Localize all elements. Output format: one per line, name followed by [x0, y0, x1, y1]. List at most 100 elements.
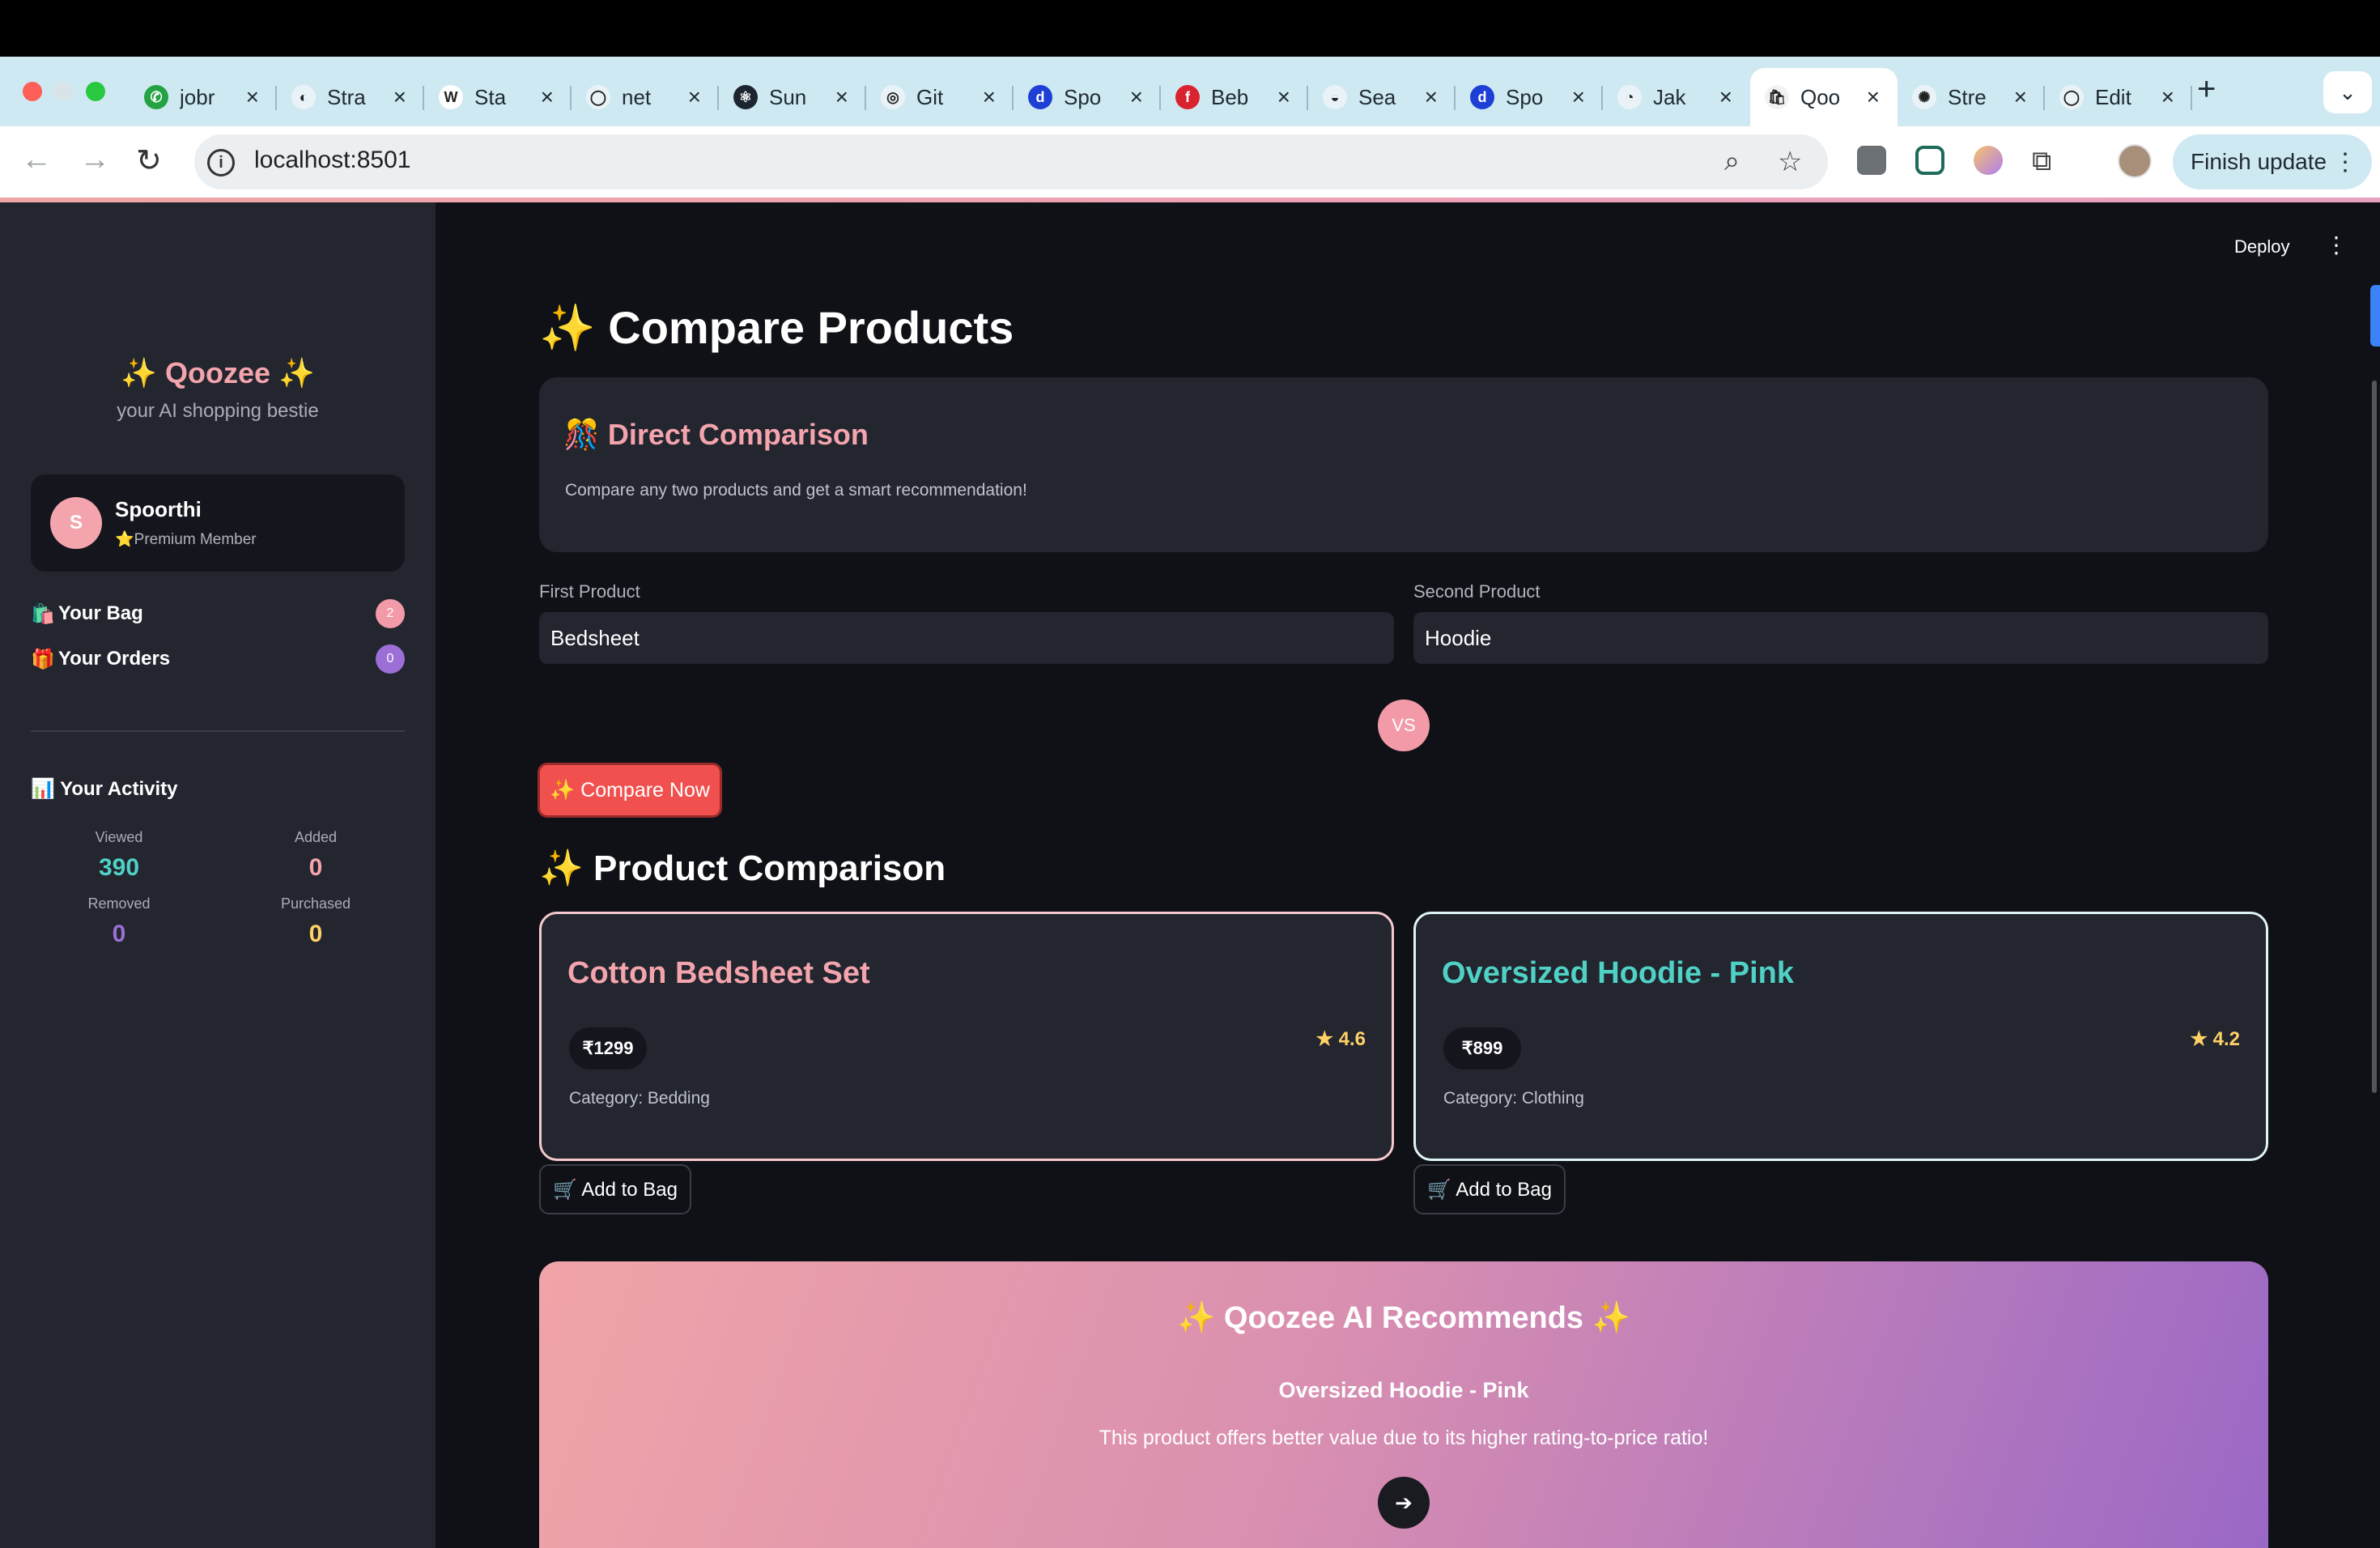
- new-tab-button[interactable]: +: [2197, 71, 2216, 108]
- activity-title: 📊 Your Activity: [31, 778, 178, 800]
- chevron-down-icon: ⌄: [2339, 79, 2357, 104]
- add-to-bag-button-second[interactable]: 🛒 Add to Bag: [1413, 1164, 1566, 1214]
- stat-label: Viewed: [95, 829, 143, 845]
- first-product-label: First Product: [539, 581, 640, 602]
- tab-title: Spo: [1506, 84, 1544, 109]
- close-tab-icon[interactable]: ×: [1572, 84, 1585, 110]
- app-menu-icon[interactable]: ⋮: [2325, 232, 2348, 258]
- profile-avatar[interactable]: [2118, 144, 2152, 178]
- add-to-bag-button-first[interactable]: 🛒 Add to Bag: [539, 1164, 691, 1214]
- recommendation-reason: This product offers better value due to …: [1099, 1427, 1709, 1449]
- brand-logo-text: ✨ Qoozee ✨: [121, 356, 315, 389]
- browser-tab[interactable]: 🛍 Qoo ×: [1750, 68, 1898, 126]
- maximize-window-button[interactable]: [86, 82, 105, 101]
- close-tab-icon[interactable]: ×: [246, 84, 259, 110]
- tab-title: jobr: [180, 84, 215, 109]
- browser-tab[interactable]: ✆ jobr ×: [130, 68, 277, 126]
- zoom-icon[interactable]: ⌕: [1724, 146, 1740, 177]
- direct-comparison-subtitle: Compare any two products and get a smart…: [565, 481, 1027, 500]
- second-product-input[interactable]: [1413, 612, 2268, 664]
- minimize-window-button[interactable]: [53, 82, 73, 101]
- close-tab-icon[interactable]: ×: [2014, 84, 2027, 110]
- tab-title: Edit: [2095, 84, 2131, 109]
- close-tab-icon[interactable]: ×: [1719, 84, 1732, 110]
- rating-value: 4.6: [1338, 1028, 1366, 1050]
- stat-label: Removed: [87, 895, 151, 912]
- site-info-icon[interactable]: i: [207, 149, 235, 176]
- tab-favicon-icon: d: [1470, 85, 1494, 109]
- address-bar[interactable]: [194, 134, 1828, 189]
- price-badge: ₹1299: [569, 1027, 647, 1070]
- close-tab-icon[interactable]: ×: [983, 84, 996, 110]
- browser-tab[interactable]: ✺ Stre ×: [1898, 68, 2045, 126]
- close-tab-icon[interactable]: ×: [835, 84, 848, 110]
- screen-capture-extension-icon[interactable]: [1915, 146, 1944, 175]
- assistant-extension-icon[interactable]: [1974, 146, 2003, 175]
- second-product-label: Second Product: [1413, 581, 1541, 602]
- vs-badge: VS: [1378, 700, 1430, 751]
- stat-label: Added: [294, 829, 338, 845]
- url-text[interactable]: localhost:8501: [254, 147, 410, 174]
- tab-title: Beb: [1211, 84, 1249, 109]
- extension-icon[interactable]: [1857, 146, 1886, 175]
- tab-title: Stre: [1948, 84, 1987, 109]
- sidebar-item-orders[interactable]: 🎁 Your Orders 0: [31, 643, 405, 675]
- page-title: ✨ Compare Products: [539, 302, 1014, 353]
- price-badge: ₹899: [1443, 1027, 1521, 1070]
- stat-viewed: Viewed 390: [38, 829, 200, 882]
- tab-favicon-icon: ✺: [1912, 85, 1936, 109]
- browser-tab[interactable]: ◯ Edit ×: [2045, 68, 2192, 126]
- scroll-indicator: [2370, 285, 2380, 347]
- gift-icon: 🎁: [31, 648, 55, 670]
- deploy-button[interactable]: Deploy: [2234, 236, 2289, 257]
- browser-tab[interactable]: f Beb ×: [1161, 68, 1308, 126]
- tab-favicon-icon: ⚛: [733, 85, 758, 109]
- browser-tab[interactable]: d Spo ×: [1014, 68, 1161, 126]
- scrollbar[interactable]: [2372, 381, 2377, 1093]
- browser-tab[interactable]: ◯ net ×: [572, 68, 719, 126]
- tab-title: Sun: [769, 84, 807, 109]
- stat-added: Added 0: [235, 829, 397, 882]
- product-card-first: Cotton Bedsheet Set ₹1299 ★ 4.6 Category…: [539, 912, 1394, 1161]
- star-icon: ★: [1315, 1028, 1339, 1050]
- browser-tab[interactable]: W Sta ×: [424, 68, 572, 126]
- tab-search-button[interactable]: ⌄: [2323, 71, 2372, 113]
- close-tab-icon[interactable]: ×: [2161, 84, 2174, 110]
- browser-tab[interactable]: d Spo ×: [1456, 68, 1603, 126]
- tab-favicon-icon: 🛍: [1765, 85, 1789, 109]
- tab-list: ✆ jobr × ◐ Stra × W Sta × ◯ net × ⚛ Sun × ◎ Git × d Spo × f Be…: [130, 68, 2192, 126]
- forward-button[interactable]: →: [79, 142, 110, 177]
- stat-purchased: Purchased 0: [235, 895, 397, 948]
- browser-tab[interactable]: ⚛ Sun ×: [719, 68, 866, 126]
- brand-tagline: your AI shopping bestie: [117, 400, 319, 422]
- close-window-button[interactable]: [23, 82, 42, 101]
- close-tab-icon[interactable]: ×: [541, 84, 554, 110]
- product-category: Category: Clothing: [1443, 1089, 1584, 1108]
- arrow-right-icon[interactable]: ➔: [1378, 1477, 1430, 1529]
- browser-tab[interactable]: ◎ Git ×: [866, 68, 1014, 126]
- puzzle-extensions-icon[interactable]: ⧉: [2032, 146, 2051, 177]
- tab-favicon-icon: ◒: [1323, 85, 1347, 109]
- browser-tab[interactable]: ◒ Sea ×: [1308, 68, 1456, 126]
- finish-update-button[interactable]: Finish update ⋮: [2173, 134, 2372, 189]
- bookmark-star-icon[interactable]: ☆: [1778, 146, 1802, 178]
- tab-title: Qoo: [1800, 84, 1841, 109]
- close-tab-icon[interactable]: ×: [1867, 84, 1880, 110]
- browser-tab[interactable]: ◐ Stra ×: [277, 68, 424, 126]
- browser-tab[interactable]: ◔ Jak ×: [1603, 68, 1750, 126]
- compare-now-button[interactable]: ✨ Compare Now: [538, 763, 722, 818]
- close-tab-icon[interactable]: ×: [688, 84, 701, 110]
- back-button[interactable]: ←: [21, 142, 52, 177]
- close-tab-icon[interactable]: ×: [1277, 84, 1290, 110]
- close-tab-icon[interactable]: ×: [393, 84, 406, 110]
- close-tab-icon[interactable]: ×: [1425, 84, 1438, 110]
- rating: ★ 4.2: [2190, 1027, 2240, 1051]
- first-product-input[interactable]: [539, 612, 1394, 664]
- tab-favicon-icon: ✆: [144, 85, 168, 109]
- close-tab-icon[interactable]: ×: [1130, 84, 1143, 110]
- reload-button[interactable]: ↻: [136, 142, 162, 179]
- tab-title: Stra: [327, 84, 366, 109]
- sidebar-item-bag[interactable]: 🛍️ Your Bag 2: [31, 598, 405, 630]
- tab-favicon-icon: ◐: [291, 85, 316, 109]
- membership-badge: ⭐Premium Member: [115, 531, 257, 548]
